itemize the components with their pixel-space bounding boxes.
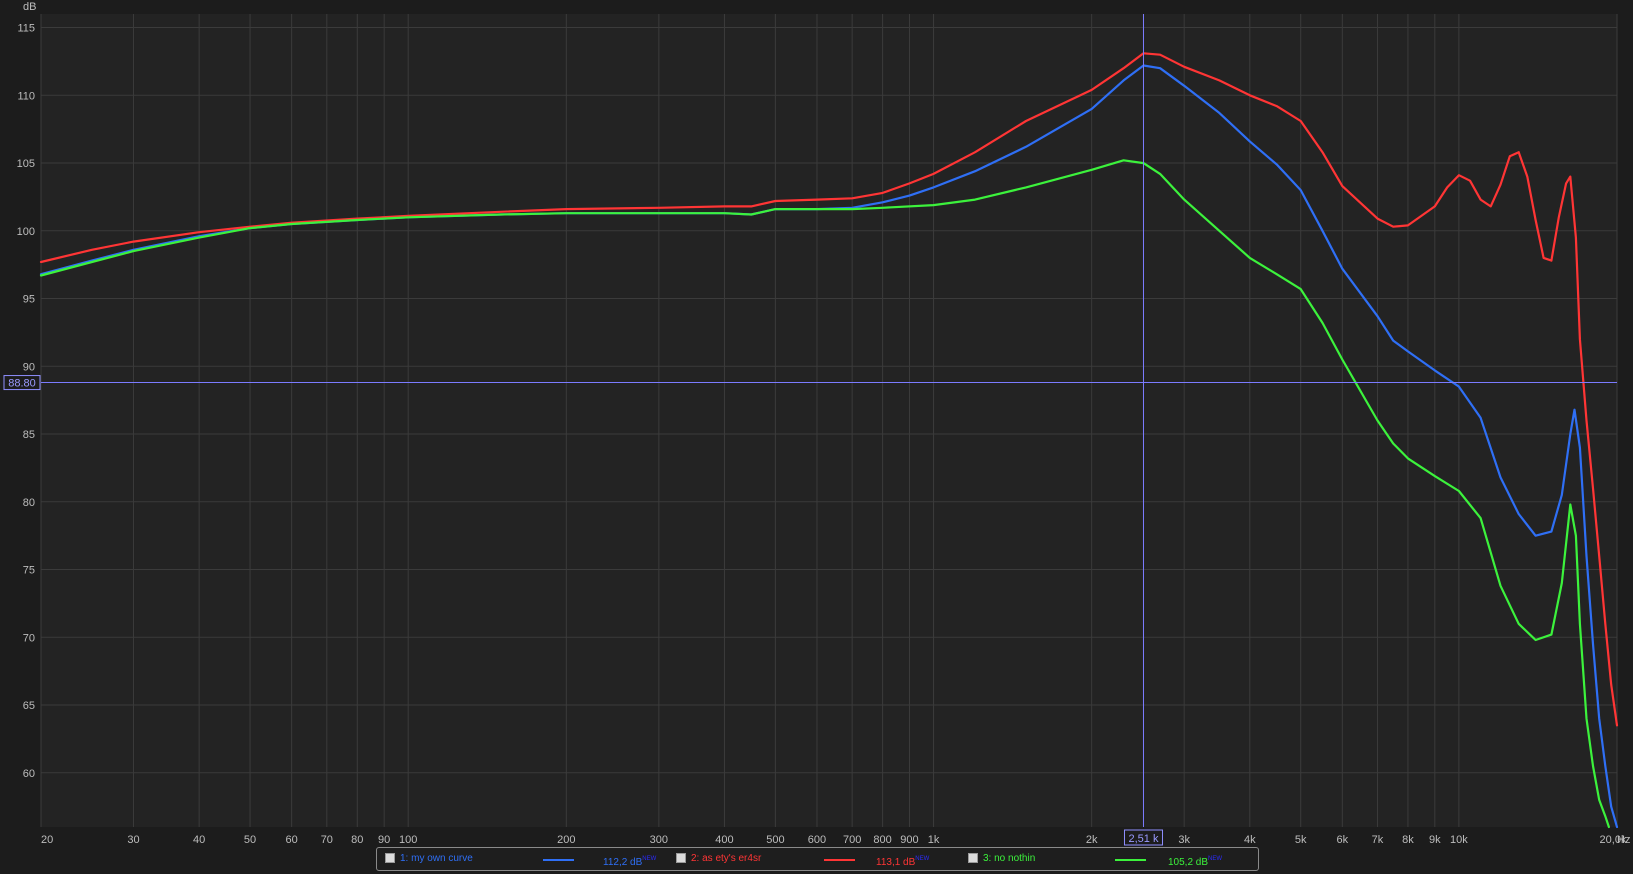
x-tick-label: 300: [650, 834, 668, 846]
y-tick-label: 110: [17, 90, 35, 102]
y-tick-label: 60: [23, 768, 35, 780]
y-tick-label: 90: [23, 361, 35, 373]
series-3-swatch: [1115, 859, 1146, 861]
x-tick-label: 5k: [1295, 834, 1307, 846]
y-tick-label: 75: [23, 565, 35, 577]
x-tick-label: 50: [244, 834, 256, 846]
frequency-response-chart[interactable]: 88.80 2,51 k 115 110 105 100 95 90 85 80 75 70 65 60…: [0, 0, 1633, 873]
x-tick-label: 80: [351, 834, 363, 846]
y-tick-label: 115: [17, 23, 35, 35]
series-2-checkbox[interactable]: [676, 853, 686, 863]
x-tick-label: 60: [286, 834, 298, 846]
x-tick-label: 7k: [1372, 834, 1384, 846]
x-tick-label: 900: [900, 834, 918, 846]
x-tick-label: 10k: [1450, 834, 1468, 846]
x-tick-label: 6k: [1337, 834, 1349, 846]
x-tick-label: 70: [321, 834, 333, 846]
series-1-label: 1: my own curve: [400, 853, 473, 864]
cursor-x-readout: 2,51 k: [1129, 833, 1159, 845]
series-1-readout: 112,2 dBNEW: [603, 856, 657, 868]
y-tick-label: 80: [23, 497, 35, 509]
x-tick-label: 4k: [1244, 834, 1256, 846]
y-tick-label: 105: [17, 158, 35, 170]
cursor-y-readout: 88.80: [8, 378, 36, 390]
y-tick-label: 70: [23, 632, 35, 644]
x-tick-label: 100: [399, 834, 417, 846]
series-2-label: 2: as ety's er4sr: [691, 853, 762, 864]
x-tick-label: 700: [843, 834, 861, 846]
x-tick-label: 500: [766, 834, 784, 846]
y-tick-label: 100: [17, 226, 35, 238]
x-tick-label: 600: [808, 834, 826, 846]
x-axis-label: Hz: [1617, 834, 1630, 846]
y-tick-label: 85: [23, 429, 35, 441]
x-tick-label: 1k: [928, 834, 940, 846]
x-tick-label: 8k: [1402, 834, 1414, 846]
legend: 1: my own curve 112,2 dBNEW 2: as ety's …: [376, 847, 1259, 871]
y-tick-label: 95: [23, 294, 35, 306]
series-2-readout: 113,1 dBNEW: [876, 856, 930, 868]
x-tick-label: 20: [41, 834, 53, 846]
series-3-readout: 105,2 dBNEW: [1168, 856, 1223, 868]
x-tick-label: 9k: [1429, 834, 1441, 846]
x-tick-label: 400: [715, 834, 733, 846]
x-tick-label: 90: [378, 834, 390, 846]
y-axis-label: dB: [23, 1, 36, 13]
series-2-swatch: [824, 859, 855, 861]
series-1-swatch: [543, 859, 574, 861]
series-3-label: 3: no nothin: [983, 853, 1036, 864]
x-tick-label: 200: [557, 834, 575, 846]
y-tick-label: 65: [23, 700, 35, 712]
x-tick-label: 3k: [1178, 834, 1190, 846]
series-1-checkbox[interactable]: [385, 853, 395, 863]
series-3-checkbox[interactable]: [968, 853, 978, 863]
x-tick-label: 2k: [1086, 834, 1098, 846]
x-tick-label: 30: [127, 834, 139, 846]
x-tick-label: 800: [873, 834, 891, 846]
x-tick-label: 40: [193, 834, 205, 846]
